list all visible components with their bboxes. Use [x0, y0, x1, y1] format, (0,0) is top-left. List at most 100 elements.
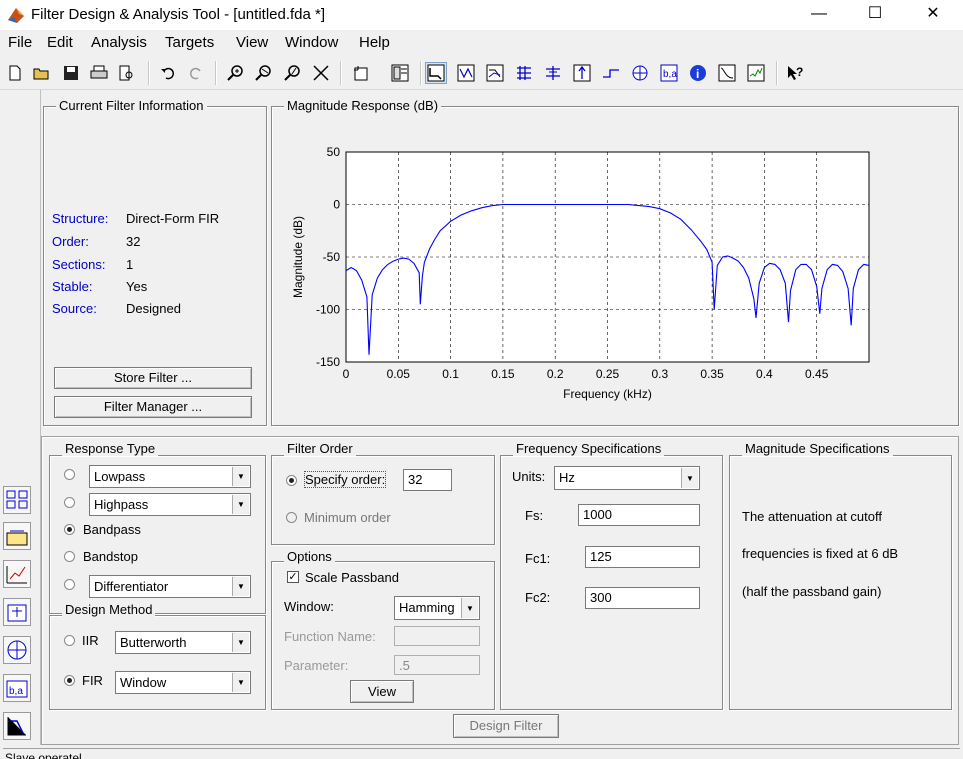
x-tick-label: 0.05 — [387, 367, 411, 381]
specify-order-radio[interactable] — [286, 475, 297, 486]
new-icon[interactable] — [4, 62, 26, 84]
view-button[interactable]: View — [350, 680, 414, 703]
function-name-input[interactable] — [394, 626, 480, 646]
pole-zero-editor-icon[interactable] — [3, 560, 31, 588]
filter-order-title: Filter Order — [284, 441, 356, 456]
transform-filter-icon[interactable] — [3, 486, 31, 514]
fc2-input[interactable]: 300 — [585, 587, 700, 609]
zoom-y-icon[interactable] — [282, 62, 304, 84]
design-filter-icon[interactable] — [3, 712, 31, 740]
scale-passband-checkbox[interactable]: ✓ — [287, 571, 299, 583]
window-select[interactable]: Hamming ▼ — [394, 596, 480, 620]
lowpass-select[interactable]: Lowpass ▼ — [89, 465, 251, 488]
close-button[interactable]: ✕ — [910, 0, 956, 30]
parameter-input[interactable]: .5 — [394, 655, 480, 675]
fir-radio[interactable] — [64, 675, 75, 686]
bandstop-radio[interactable] — [64, 551, 75, 562]
y-tick-label: -50 — [323, 250, 341, 264]
minimum-order-radio[interactable] — [286, 512, 297, 523]
fir-label[interactable]: FIR — [82, 673, 103, 688]
menu-analysis[interactable]: Analysis — [91, 34, 147, 51]
iir-radio[interactable] — [64, 635, 75, 646]
bandpass-radio[interactable] — [64, 524, 75, 535]
units-value: Hz — [559, 470, 575, 485]
magnitude-response-icon[interactable] — [425, 62, 447, 84]
order-value: 32 — [126, 234, 141, 249]
menu-view[interactable]: View — [236, 34, 268, 51]
magnitude-response-chart[interactable]: 0 0.05 0.1 0.15 0.2 0.25 0.3 0.35 0.4 0.45 50 0 -50 -… — [272, 110, 956, 422]
print-icon[interactable] — [88, 62, 110, 84]
bandpass-label[interactable]: Bandpass — [83, 522, 141, 537]
minimize-button[interactable]: — — [796, 0, 842, 30]
menu-targets[interactable]: Targets — [165, 34, 214, 51]
magnitude-estimate-icon[interactable] — [716, 62, 738, 84]
options-title: Options — [284, 549, 335, 564]
x-tick-label: 0.15 — [491, 367, 515, 381]
bandstop-label[interactable]: Bandstop — [83, 549, 138, 564]
lowpass-radio[interactable] — [64, 469, 75, 480]
y-axis-label: Magnitude (dB) — [291, 216, 305, 298]
redo-icon[interactable] — [185, 62, 207, 84]
scale-passband-label[interactable]: Scale Passband — [305, 570, 399, 585]
multirate-icon[interactable] — [3, 636, 31, 664]
import-filter-icon[interactable] — [3, 598, 31, 626]
differentiator-radio[interactable] — [64, 579, 75, 590]
design-filter-button[interactable]: Design Filter — [453, 714, 559, 738]
x-tick-label: 0.35 — [700, 367, 724, 381]
highpass-value: Highpass — [94, 497, 149, 512]
menu-window[interactable]: Window — [285, 34, 338, 51]
highpass-select[interactable]: Highpass ▼ — [89, 493, 251, 516]
group-delay-icon[interactable] — [513, 62, 535, 84]
filter-manager-button[interactable]: Filter Manager ... — [54, 396, 252, 418]
maximize-button[interactable]: ☐ — [852, 0, 898, 30]
sections-value: 1 — [126, 257, 134, 272]
fs-input[interactable]: 1000 — [578, 504, 700, 526]
filter-info-icon[interactable]: i — [687, 62, 709, 84]
save-icon[interactable] — [60, 62, 82, 84]
zoom-in-icon[interactable] — [225, 62, 247, 84]
undo-icon[interactable] — [157, 62, 179, 84]
phase-response-icon[interactable] — [455, 62, 477, 84]
structure-label: Structure: — [52, 211, 109, 226]
chevron-down-icon: ▼ — [232, 577, 249, 596]
new-figure-icon[interactable] — [350, 62, 372, 84]
phase-delay-icon[interactable] — [542, 62, 564, 84]
design-method-group — [49, 615, 266, 710]
full-view-icon[interactable] — [310, 62, 332, 84]
iir-label[interactable]: IIR — [82, 633, 99, 648]
zoom-x-icon[interactable] — [253, 62, 275, 84]
fullscreen-icon[interactable] — [389, 62, 411, 84]
mag-spec-line-1: The attenuation at cutoff — [742, 509, 882, 524]
svg-text:?: ? — [796, 65, 803, 79]
coefficients-icon[interactable]: b,a — [658, 62, 680, 84]
svg-text:b,a: b,a — [663, 69, 677, 80]
realize-model-icon[interactable] — [3, 522, 31, 550]
x-tick-label: 0.45 — [805, 367, 829, 381]
magnitude-specs-group — [729, 455, 952, 710]
store-filter-button[interactable]: Store Filter ... — [54, 367, 252, 389]
stable-value: Yes — [126, 279, 148, 294]
order-input[interactable]: 32 — [403, 469, 452, 491]
specify-order-label[interactable]: Specify order: — [303, 471, 387, 488]
quantize-icon[interactable]: b,a — [3, 674, 31, 702]
open-icon[interactable] — [31, 62, 53, 84]
fir-method-select[interactable]: Window ▼ — [115, 671, 251, 694]
units-select[interactable]: Hz ▼ — [554, 466, 700, 490]
round-off-noise-icon[interactable] — [745, 62, 767, 84]
mag-phase-icon[interactable] — [484, 62, 506, 84]
minimum-order-label[interactable]: Minimum order — [304, 510, 391, 525]
impulse-response-icon[interactable] — [571, 62, 593, 84]
whats-this-icon[interactable]: ? — [784, 62, 806, 84]
menu-help[interactable]: Help — [359, 34, 390, 51]
menu-edit[interactable]: Edit — [47, 34, 73, 51]
highpass-radio[interactable] — [64, 497, 75, 508]
filter-order-group — [271, 455, 495, 545]
menu-file[interactable]: File — [8, 34, 32, 51]
differentiator-select[interactable]: Differentiator ▼ — [89, 575, 251, 598]
iir-method-select[interactable]: Butterworth ▼ — [115, 631, 251, 654]
design-method-title: Design Method — [62, 602, 156, 617]
fc1-input[interactable]: 125 — [585, 546, 700, 568]
step-response-icon[interactable] — [600, 62, 622, 84]
pole-zero-icon[interactable] — [629, 62, 651, 84]
print-preview-icon[interactable] — [116, 62, 138, 84]
